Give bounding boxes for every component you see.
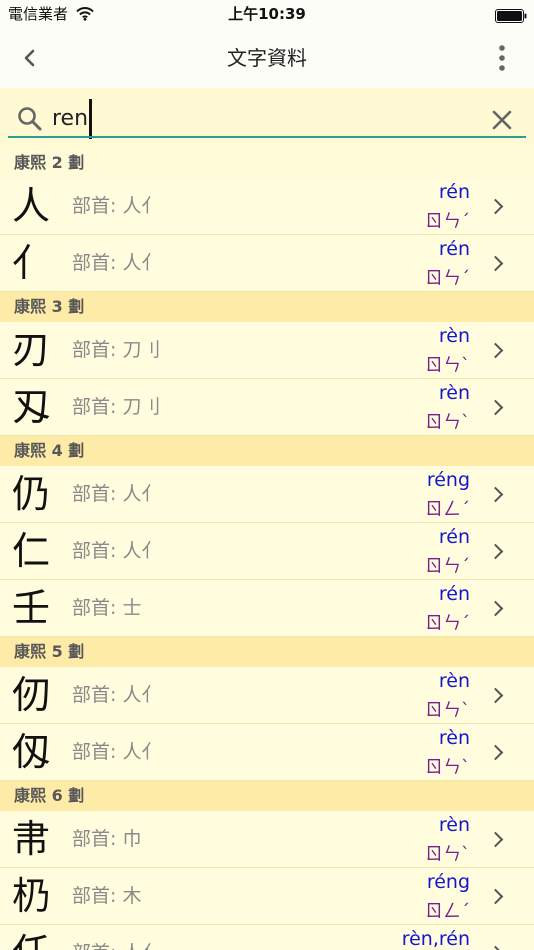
radical-label: 部首: 人亻 (72, 252, 161, 274)
list-row[interactable]: 仍 部首: 人亻 réng ㄖㄥˊ (0, 466, 534, 523)
zhuyin-label: ㄖㄥˊ (425, 499, 470, 520)
more-vertical-icon (499, 45, 505, 71)
pinyin-label: rèn (438, 670, 470, 692)
character-glyph: 刄 (12, 385, 51, 429)
battery-icon (495, 8, 527, 23)
section-header: 康熙 6 劃 (0, 781, 534, 811)
zhuyin-label: ㄖㄣˋ (425, 844, 470, 865)
character-glyph: 刃 (12, 328, 51, 372)
character-glyph: 亻 (12, 241, 51, 285)
status-bar: 電信業者 上午10:39 (0, 0, 534, 28)
chevron-right-icon (487, 831, 504, 848)
zhuyin-label: ㄖㄣˊ (425, 211, 470, 232)
app-screen: 電信業者 上午10:39 文字資料 ren 康熙 2 劃 人 部首: 人亻 ré… (0, 0, 534, 950)
radical-label: 部首: 刀刂 (72, 396, 161, 418)
section-header: 康熙 4 劃 (0, 436, 534, 466)
zhuyin-label: ㄖㄥˊ (425, 901, 470, 922)
list-row[interactable]: 帇 部首: 巾 rèn ㄖㄣˋ (0, 811, 534, 868)
character-glyph: 帇 (12, 817, 51, 861)
pinyin-label: réng (426, 871, 470, 893)
list-row[interactable]: 仭 部首: 人亻 rèn ㄖㄣˋ (0, 724, 534, 781)
character-glyph: 任 (12, 925, 50, 950)
character-glyph: 仭 (12, 730, 51, 774)
radical-label: 部首: 人亻 (72, 684, 161, 706)
clear-search-button[interactable] (490, 108, 514, 132)
zhuyin-label: ㄖㄣˊ (425, 556, 470, 577)
zhuyin-label: ㄖㄣˋ (425, 355, 470, 376)
character-glyph: 仍 (12, 472, 51, 516)
search-bar: ren (0, 88, 534, 148)
chevron-right-icon (487, 744, 504, 761)
clock: 上午10:39 (228, 5, 306, 23)
search-underline (8, 136, 526, 138)
chevron-right-icon (487, 255, 504, 272)
character-glyph: 㭁 (12, 874, 51, 918)
zhuyin-label: ㄖㄣˋ (425, 757, 470, 778)
radical-label: 部首: 人亻 (72, 925, 160, 950)
chevron-right-icon (487, 543, 504, 560)
section-header: 康熙 5 劃 (0, 637, 534, 667)
pinyin-label: rèn (438, 382, 470, 404)
chevron-right-icon (487, 486, 504, 503)
page-title: 文字資料 (227, 46, 307, 70)
pinyin-label: rèn (438, 325, 470, 347)
navigation-bar: 文字資料 (0, 28, 534, 88)
radical-label: 部首: 木 (72, 885, 142, 907)
character-glyph: 仁 (12, 529, 51, 573)
zhuyin-label: ㄖㄣˊ (425, 613, 470, 634)
results-list: 康熙 2 劃 人 部首: 人亻 rén ㄖㄣˊ 亻 部首: 人亻 rén ㄖㄣˊ… (0, 148, 534, 950)
zhuyin-label: ㄖㄣˋ (425, 412, 470, 433)
pinyin-label: rén (438, 583, 470, 605)
chevron-right-icon (487, 888, 504, 905)
chevron-right-icon (487, 945, 504, 950)
pinyin-label: rèn,rén (401, 928, 470, 950)
radical-label: 部首: 人亻 (72, 540, 161, 562)
chevron-right-icon (487, 342, 504, 359)
list-row[interactable]: 刄 部首: 刀刂 rèn ㄖㄣˋ (0, 379, 534, 436)
search-input[interactable]: ren (52, 98, 472, 140)
list-row[interactable]: 人 部首: 人亻 rén ㄖㄣˊ (0, 178, 534, 235)
radical-label: 部首: 刀刂 (72, 339, 161, 361)
overflow-menu-button[interactable] (494, 42, 510, 74)
character-glyph: 人 (12, 184, 51, 228)
pinyin-label: rén (438, 526, 470, 548)
chevron-right-icon (487, 687, 504, 704)
list-row[interactable]: 仁 部首: 人亻 rén ㄖㄣˊ (0, 523, 534, 580)
pinyin-label: réng (426, 469, 470, 491)
list-row[interactable]: 壬 部首: 士 rén ㄖㄣˊ (0, 580, 534, 637)
radical-label: 部首: 人亻 (72, 195, 161, 217)
list-row[interactable]: 仞 部首: 人亻 rèn ㄖㄣˋ (0, 667, 534, 724)
radical-label: 部首: 士 (72, 597, 142, 619)
search-query-text: ren (52, 106, 89, 131)
character-glyph: 仞 (12, 673, 51, 717)
radical-label: 部首: 巾 (72, 828, 142, 850)
chevron-right-icon (487, 198, 504, 215)
zhuyin-label: ㄖㄣˋ (425, 700, 470, 721)
list-row[interactable]: 亻 部首: 人亻 rén ㄖㄣˊ (0, 235, 534, 292)
pinyin-label: rén (438, 238, 470, 260)
pinyin-label: rèn (438, 814, 470, 836)
pinyin-label: rèn (438, 727, 470, 749)
list-row[interactable]: 㭁 部首: 木 réng ㄖㄥˊ (0, 868, 534, 925)
radical-label: 部首: 人亻 (72, 483, 161, 505)
chevron-right-icon (487, 600, 504, 617)
search-icon (16, 105, 44, 133)
pinyin-label: rén (438, 181, 470, 203)
section-header: 康熙 3 劃 (0, 292, 534, 322)
list-row[interactable]: 任 部首: 人亻 rèn,rén (0, 925, 534, 950)
chevron-right-icon (487, 399, 504, 416)
list-row[interactable]: 刃 部首: 刀刂 rèn ㄖㄣˋ (0, 322, 534, 379)
zhuyin-label: ㄖㄣˊ (425, 268, 470, 289)
section-header: 康熙 2 劃 (0, 148, 534, 178)
character-glyph: 壬 (12, 586, 51, 630)
close-icon (492, 110, 512, 130)
radical-label: 部首: 人亻 (72, 741, 161, 763)
text-cursor (89, 99, 93, 139)
